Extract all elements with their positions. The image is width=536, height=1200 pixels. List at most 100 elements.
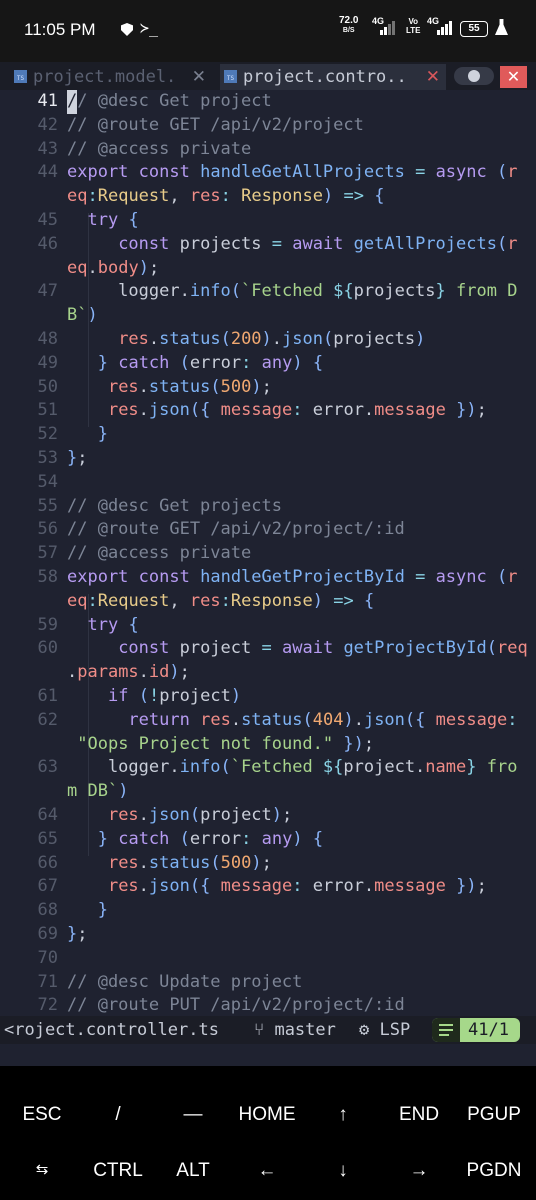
code-line[interactable]: 64 res.json(project); [0,804,536,828]
code-line[interactable]: 50 res.status(500); [0,376,536,400]
code-line[interactable]: 51 res.json({ message: error.message }); [0,399,536,423]
line-number: 61 [37,686,58,706]
code-token: info [189,281,231,302]
extra-key-1-7[interactable]: PGUP [456,1104,532,1126]
shield-icon [121,23,133,36]
code-token: . [138,376,149,397]
theme-toggle[interactable] [454,67,494,85]
code-line[interactable]: 72 // @route PUT /api/v2/project/:id [0,994,536,1016]
extra-key-2-3[interactable]: ALT [155,1160,231,1182]
close-tab-icon[interactable]: ✕ [426,64,440,90]
code-line[interactable]: .params.id); [0,661,536,685]
line-number: 58 [37,567,58,587]
extra-key-1-4[interactable]: HOME [229,1104,305,1126]
code-token: error [189,352,242,373]
code-line[interactable]: 65 } catch (error: any) { [0,828,536,852]
signal-1-icon [380,19,396,35]
code-line[interactable]: 56 // @route GET /api/v2/project/:id [0,518,536,542]
code-token: ) [415,329,426,349]
code-token: ({ [404,709,426,730]
code-line[interactable]: 54 [0,471,536,495]
code-line[interactable]: 48 res.status(200).json(projects) [0,328,536,352]
code-token: }) [456,400,477,421]
extra-key-1-1[interactable]: ESC [4,1104,80,1126]
code-line[interactable]: eq:Request, res:Response) => { [0,590,536,614]
code-token: ${ [322,757,344,778]
extra-key-1-2[interactable]: / [80,1104,156,1126]
code-line[interactable]: 69}; [0,923,536,947]
extra-key-1-3[interactable]: — [155,1104,231,1126]
code-line[interactable]: 68 } [0,899,536,923]
code-line[interactable]: 63 logger.info(`Fetched ${project.name} … [0,756,536,780]
code-line[interactable]: 67 res.json({ message: error.message }); [0,875,536,899]
code-token: id [148,662,170,683]
code-line[interactable]: B`) [0,304,536,328]
code-line[interactable]: 55 // @desc Get projects [0,495,536,519]
code-editor[interactable]: 41 // @desc Get project 42 // @route GET /a… [0,90,536,1016]
code-token: } [466,757,477,778]
code-token: . [353,709,364,730]
code-line[interactable]: 58 export const handleGetProjectById = as… [0,566,536,590]
code-line[interactable]: 66 res.status(500); [0,852,536,876]
extra-key-1-6[interactable]: END [381,1104,457,1126]
code-line[interactable]: 71 // @desc Update project [0,971,536,995]
tab-project-model[interactable]: TS project.model. ✕ [14,64,214,90]
code-token: => [343,186,364,207]
line-number: 69 [37,924,58,944]
code-token: ( [497,162,508,183]
code-text: res.status(500); [67,852,272,876]
code-line[interactable]: 70 [0,947,536,971]
code-token: ({ [189,400,211,421]
code-line[interactable]: 53}; [0,447,536,471]
extra-key-2-5[interactable]: ↓ [305,1160,381,1182]
code-line[interactable]: 46 const projects = await getAllProjects… [0,233,536,257]
extra-key-2-4[interactable]: ← [229,1160,305,1182]
code-line[interactable]: 47 logger.info(`Fetched ${projects} from… [0,280,536,304]
extra-key-2-6[interactable]: → [381,1160,457,1182]
tab-project-controller[interactable]: TS project.contro.. ✕ [220,64,446,90]
code-line[interactable]: eq:Request, res: Response) => { [0,185,536,209]
code-line[interactable]: eq.body); [0,257,536,281]
code-token: any [261,828,293,849]
code-line[interactable]: 45 try { [0,209,536,233]
extra-key-2-1[interactable]: ⇆ [4,1160,80,1178]
code-line[interactable]: "Oops Project not found." }); [0,733,536,757]
code-text: // @route GET /api/v2/project/:id [67,518,405,542]
code-line[interactable]: 43 // @access private [0,138,536,162]
line-number: 41 [37,91,58,111]
code-token: res [107,805,139,825]
close-window-button[interactable]: ✕ [500,66,527,88]
code-line[interactable]: 60 const project = await getProjectById(… [0,637,536,661]
code-line[interactable]: 62 return res.status(404).json({ message… [0,709,536,733]
code-text: logger.info(`Fetched ${project.name} fro [67,756,518,780]
line-number: 47 [37,281,58,302]
command-line[interactable] [0,1044,536,1066]
code-line[interactable]: 44 export const handleGetAllProjects = as… [0,161,536,185]
code-line[interactable]: 59 try { [0,614,536,638]
close-tab-icon[interactable]: ✕ [192,64,206,90]
extra-key-2-2[interactable]: CTRL [80,1160,156,1182]
code-token: from D [445,281,518,302]
code-line[interactable]: 49 } catch (error: any) { [0,352,536,376]
code-line[interactable]: 41 // @desc Get project [0,90,536,114]
extra-key-1-5[interactable]: ↑ [305,1104,381,1126]
code-token: } [97,828,108,849]
code-line[interactable]: 52 } [0,423,536,447]
code-line[interactable]: m DB`) [0,780,536,804]
extra-key-2-7[interactable]: PGDN [456,1160,532,1182]
code-line[interactable]: 42 // @route GET /api/v2/project [0,114,536,138]
code-line[interactable]: 61 if (!project) [0,685,536,709]
code-text: res.status(500); [67,376,272,400]
code-token: ( [323,329,334,349]
code-line[interactable]: 57 // @access private [0,542,536,566]
code-token: ) [292,828,303,849]
code-token: json [148,400,190,421]
line-number: 67 [37,876,58,897]
